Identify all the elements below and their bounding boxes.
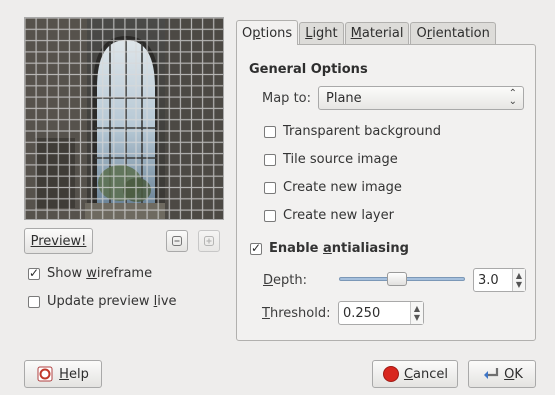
map-to-select[interactable]: Plane ⌃ ⌄ [318,86,524,110]
create-new-image-label: Create new image [283,180,402,195]
enable-antialiasing-label: Enable antialiasing [269,241,409,256]
depth-value: 3.0 [478,272,499,288]
show-wireframe-label: Show wireframe [47,266,153,281]
help-button[interactable]: Help [24,360,102,388]
update-preview-live-label: Update preview live [47,294,177,309]
tab-material[interactable]: Material [344,22,410,44]
create-new-image-checkbox[interactable]: Create new image [264,180,402,195]
transparent-background-box[interactable] [264,125,276,138]
show-wireframe-box[interactable] [28,266,40,280]
tab-bar: Op tions Light Material Or ientation [236,20,497,45]
zoom-in-button[interactable] [198,230,220,252]
cancel-label: Cancel [403,366,449,382]
create-new-layer-label: Create new layer [283,208,394,223]
show-wireframe-checkbox[interactable]: Show wireframe [28,266,152,281]
zoom-out-icon [172,236,182,246]
help-icon [37,366,53,382]
general-options-title: General Options [249,62,368,77]
tab-light[interactable]: Light [299,22,344,44]
threshold-spinbox[interactable]: 0.250 ▲ ▼ [338,301,424,325]
cancel-icon [382,366,399,382]
tab-options[interactable]: Op tions [236,20,299,45]
preview-button-label: Preview! [30,233,87,249]
window-photo-image [25,18,223,219]
tile-source-image-checkbox[interactable]: Tile source image [264,152,398,167]
enter-arrow-icon [484,368,499,379]
enable-antialiasing-box[interactable] [250,241,262,255]
create-new-layer-checkbox[interactable]: Create new layer [264,208,394,223]
zoom-in-icon [204,236,214,246]
cancel-button[interactable]: Cancel [372,360,458,388]
threshold-value: 0.250 [343,305,381,321]
transparent-background-checkbox[interactable]: Transparent background [264,124,441,139]
zoom-out-button[interactable] [166,230,188,252]
transparent-background-label: Transparent background [283,124,441,139]
create-new-image-box[interactable] [264,181,276,194]
spin-arrows-icon[interactable]: ▲ ▼ [410,302,423,324]
map-to-label: Map to: [262,91,311,106]
update-preview-live-box[interactable] [28,295,40,308]
enable-antialiasing-checkbox[interactable]: Enable antialiasing [250,241,409,256]
depth-label: Depth: [263,273,307,288]
depth-spinbox[interactable]: 3.0 ▲ ▼ [473,268,526,292]
tile-source-image-label: Tile source image [283,152,398,167]
map-to-value: Plane [326,90,362,106]
preview-button[interactable]: Preview! [24,228,93,254]
tile-source-image-box[interactable] [264,153,276,166]
ok-label: OK [504,366,523,382]
depth-slider-handle[interactable] [386,272,407,286]
ok-button[interactable]: OK [468,360,536,388]
create-new-layer-box[interactable] [264,209,276,222]
update-preview-live-checkbox[interactable]: Update preview live [28,294,177,309]
tab-orientation[interactable]: Or ientation [410,22,496,44]
threshold-label: Threshold: [262,306,331,321]
spin-arrows-icon[interactable]: ▲ ▼ [512,269,525,291]
help-label: Help [59,366,89,382]
preview-image [24,17,224,220]
select-arrows-icon: ⌃ ⌄ [508,88,517,107]
